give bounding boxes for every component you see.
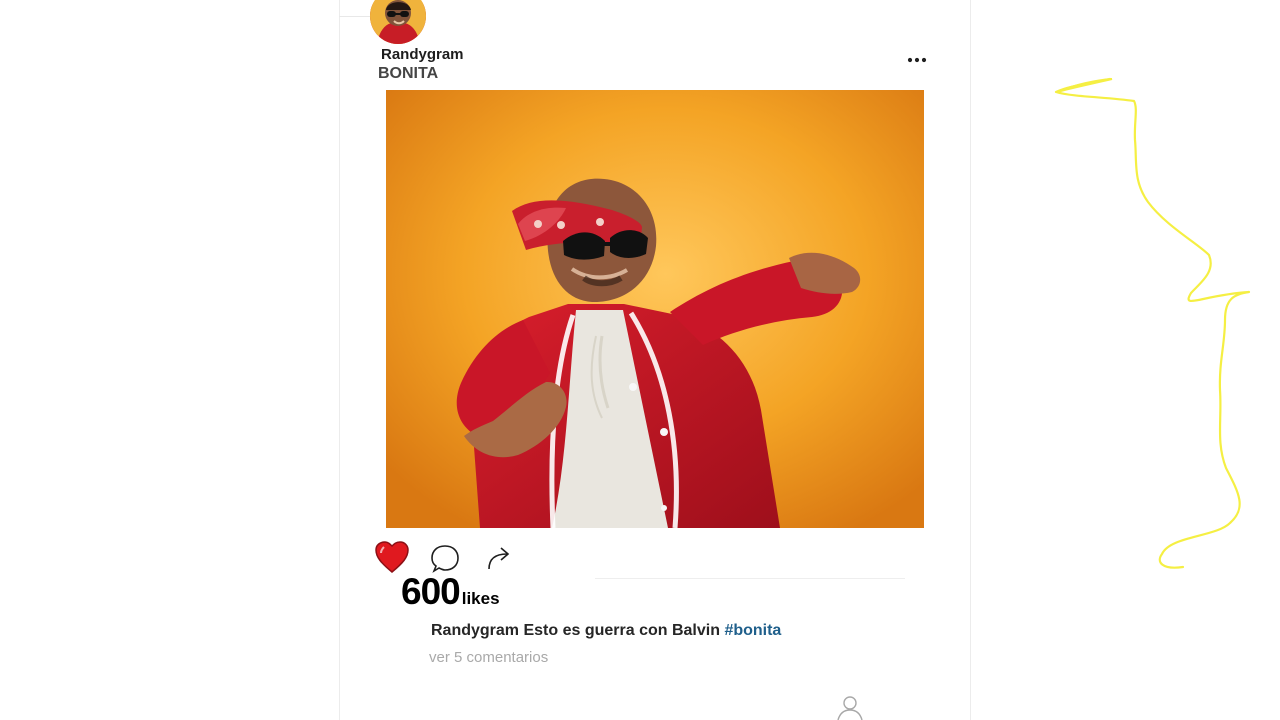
likes-label: likes [461, 589, 500, 608]
caption-text: Esto es guerra con Balvin [519, 622, 725, 639]
likes-summary[interactable]: 600 likes [401, 572, 500, 612]
yellow-annotation-stroke [1040, 70, 1260, 590]
caption-hashtag[interactable]: #bonita [724, 622, 781, 639]
post-photo[interactable] [386, 90, 924, 528]
comment-bubble-icon [431, 545, 459, 573]
view-comments-link[interactable]: ver 5 comentarios [429, 648, 548, 668]
likes-count: 600 [401, 571, 461, 612]
dancer-photo-image [386, 90, 924, 528]
more-options-button[interactable] [901, 50, 933, 70]
user-profile-icon [837, 696, 863, 720]
instagram-post-screen: Randygram BONITA 600 likes Randygram Est… [0, 0, 1280, 720]
yellow-scribble-icon [1054, 77, 1251, 569]
post-location[interactable]: BONITA [378, 65, 438, 83]
top-divider [339, 16, 373, 17]
share-arrow-icon [488, 547, 510, 570]
actions-divider [595, 578, 905, 579]
more-dots-icon [907, 57, 927, 63]
post-caption: Randygram Esto es guerra con Balvin #bon… [431, 621, 781, 641]
post-username[interactable]: Randygram [381, 47, 464, 63]
bottom-profile-button[interactable] [834, 692, 866, 720]
caption-username[interactable]: Randygram [431, 622, 519, 639]
